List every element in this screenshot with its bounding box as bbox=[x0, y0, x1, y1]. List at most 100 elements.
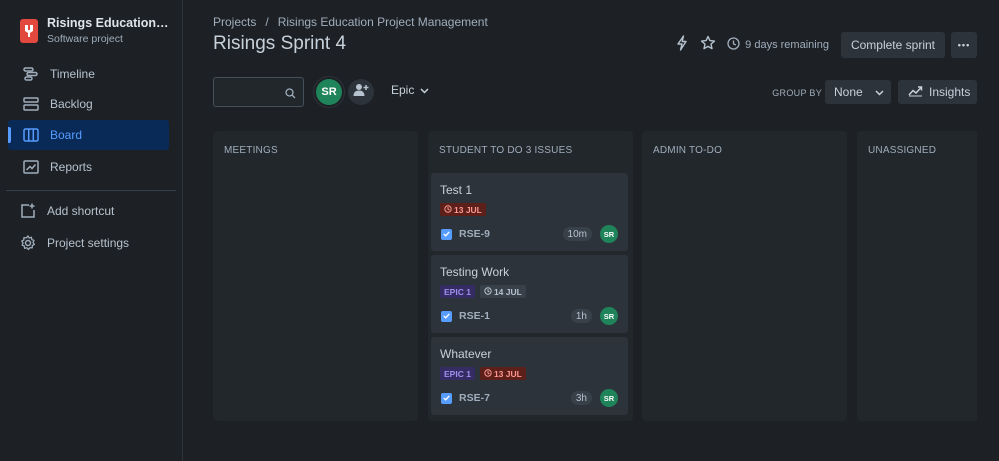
estimate-badge: 3h bbox=[570, 391, 592, 405]
assignee-avatar[interactable]: SR bbox=[600, 225, 618, 243]
due-date-badge: 14 JUL bbox=[479, 285, 526, 298]
timeline-icon bbox=[22, 65, 40, 83]
card-title: Testing Work bbox=[440, 265, 510, 279]
insights-label: Insights bbox=[929, 85, 971, 99]
card-title: Test 1 bbox=[440, 183, 473, 197]
sprint-days-remaining: 9 days remaining bbox=[727, 37, 829, 53]
clock-icon bbox=[484, 286, 492, 297]
insights-icon bbox=[908, 85, 923, 100]
group-by-label: GROUP BY bbox=[772, 88, 822, 98]
column-admin-to-do: ADMIN TO-DO bbox=[642, 131, 847, 421]
epic-filter-label: Epic bbox=[391, 83, 415, 97]
group-by-value: None bbox=[834, 85, 863, 99]
column-meetings: MEETINGS bbox=[213, 131, 418, 421]
add-person-icon bbox=[353, 83, 369, 102]
sidebar: Risings Education Project Management Sof… bbox=[0, 0, 183, 461]
column-title: MEETINGS bbox=[224, 145, 278, 156]
due-date-badge: 13 JUL bbox=[479, 367, 526, 380]
task-type-icon bbox=[441, 392, 452, 404]
assignee-avatar[interactable]: SR bbox=[600, 389, 618, 407]
group-by-select[interactable]: None bbox=[825, 80, 891, 104]
estimate-badge: 10m bbox=[562, 227, 592, 241]
page-title: Risings Sprint 4 bbox=[213, 33, 347, 54]
search-box bbox=[213, 77, 304, 107]
issue-card[interactable]: Test 1 13 JUL RSE-9 10m SR bbox=[431, 173, 628, 251]
search-input[interactable] bbox=[214, 78, 284, 104]
task-type-icon bbox=[441, 228, 452, 240]
estimate-badge: 1h bbox=[570, 309, 592, 323]
more-actions-button[interactable]: ••• bbox=[951, 32, 977, 58]
reports-icon bbox=[22, 158, 40, 176]
card-title: Whatever bbox=[440, 347, 492, 361]
automation-button[interactable] bbox=[669, 32, 695, 58]
lightning-icon bbox=[675, 34, 689, 56]
clock-icon bbox=[727, 37, 740, 53]
chevron-down-icon bbox=[875, 85, 884, 99]
search-icon bbox=[285, 86, 296, 104]
card-footer: RSE-9 10m SR bbox=[441, 225, 618, 243]
sidebar-item-label: Timeline bbox=[50, 67, 95, 81]
sidebar-item-label: Board bbox=[50, 128, 83, 142]
column-title: UNASSIGNED bbox=[868, 145, 937, 156]
sidebar-item-reports[interactable]: Reports bbox=[8, 152, 169, 182]
header-actions: 9 days remaining Complete sprint ••• bbox=[669, 32, 977, 58]
task-type-icon bbox=[441, 310, 452, 322]
chevron-down-icon bbox=[420, 83, 429, 97]
issue-key[interactable]: RSE-9 bbox=[459, 228, 490, 240]
card-badges: EPIC 1 13 JUL bbox=[440, 367, 526, 381]
project-type: Software project bbox=[47, 33, 123, 45]
star-icon bbox=[700, 35, 716, 56]
breadcrumb-projects[interactable]: Projects bbox=[213, 15, 256, 29]
add-shortcut-icon bbox=[19, 202, 37, 220]
issue-key[interactable]: RSE-1 bbox=[459, 310, 490, 322]
column-title: STUDENT TO DO 3 ISSUES bbox=[439, 145, 573, 156]
breadcrumb-project[interactable]: Risings Education Project Management bbox=[278, 15, 488, 29]
sidebar-item-project-settings[interactable]: Project settings bbox=[8, 228, 169, 258]
project-name: Risings Education Project Management bbox=[47, 16, 172, 30]
column-title: ADMIN TO-DO bbox=[653, 145, 723, 156]
breadcrumb-separator: / bbox=[265, 15, 269, 29]
project-header[interactable]: Risings Education Project Management Sof… bbox=[20, 16, 172, 45]
sidebar-item-timeline[interactable]: Timeline bbox=[8, 59, 169, 89]
due-date-text: 13 JUL bbox=[493, 368, 522, 379]
gear-icon bbox=[19, 234, 37, 252]
add-people-button[interactable] bbox=[348, 79, 374, 105]
card-footer: RSE-1 1h SR bbox=[441, 307, 618, 325]
board: MEETINGS STUDENT TO DO 3 ISSUES Test 1 1… bbox=[213, 131, 977, 421]
issue-key[interactable]: RSE-7 bbox=[459, 392, 490, 404]
epic-lozenge: EPIC 1 bbox=[440, 367, 475, 380]
avatar-filter[interactable]: SR bbox=[316, 79, 342, 105]
due-date-badge: 13 JUL bbox=[440, 203, 486, 216]
column-student-to-do: STUDENT TO DO 3 ISSUES Test 1 13 JUL RSE… bbox=[428, 131, 633, 421]
days-remaining-text: 9 days remaining bbox=[745, 39, 829, 51]
project-logo-icon bbox=[20, 19, 38, 43]
card-footer: RSE-7 3h SR bbox=[441, 389, 618, 407]
sidebar-item-board[interactable]: Board bbox=[8, 120, 169, 150]
card-badges: 13 JUL bbox=[440, 203, 486, 217]
issue-card[interactable]: Whatever EPIC 1 13 JUL RSE-7 3h SR bbox=[431, 337, 628, 415]
star-button[interactable] bbox=[695, 32, 721, 58]
due-date-text: 13 JUL bbox=[454, 204, 482, 215]
sidebar-item-backlog[interactable]: Backlog bbox=[8, 89, 169, 119]
backlog-icon bbox=[22, 95, 40, 113]
complete-sprint-button[interactable]: Complete sprint bbox=[840, 32, 945, 58]
sidebar-divider bbox=[6, 190, 176, 191]
breadcrumb: Projects / Risings Education Project Man… bbox=[213, 15, 488, 29]
board-toolbar: SR Epic GROUP BY None Insights bbox=[213, 77, 977, 107]
clock-icon bbox=[444, 204, 452, 215]
board-icon bbox=[22, 126, 40, 144]
sidebar-item-label: Backlog bbox=[50, 97, 93, 111]
insights-button[interactable]: Insights bbox=[898, 80, 977, 104]
sidebar-item-label: Reports bbox=[50, 160, 93, 174]
sidebar-item-label: Add shortcut bbox=[47, 204, 115, 218]
due-date-text: 14 JUL bbox=[493, 286, 522, 297]
issue-card[interactable]: Testing Work EPIC 1 14 JUL RSE-1 1h SR bbox=[431, 255, 628, 333]
epic-lozenge: EPIC 1 bbox=[440, 285, 475, 298]
assignee-avatar[interactable]: SR bbox=[600, 307, 618, 325]
epic-filter-dropdown[interactable]: Epic bbox=[391, 83, 429, 97]
sidebar-item-add-shortcut[interactable]: Add shortcut bbox=[8, 196, 169, 226]
sidebar-item-label: Project settings bbox=[47, 236, 130, 250]
more-icon: ••• bbox=[957, 40, 971, 50]
card-badges: EPIC 1 14 JUL bbox=[440, 285, 526, 299]
clock-icon bbox=[484, 368, 492, 379]
